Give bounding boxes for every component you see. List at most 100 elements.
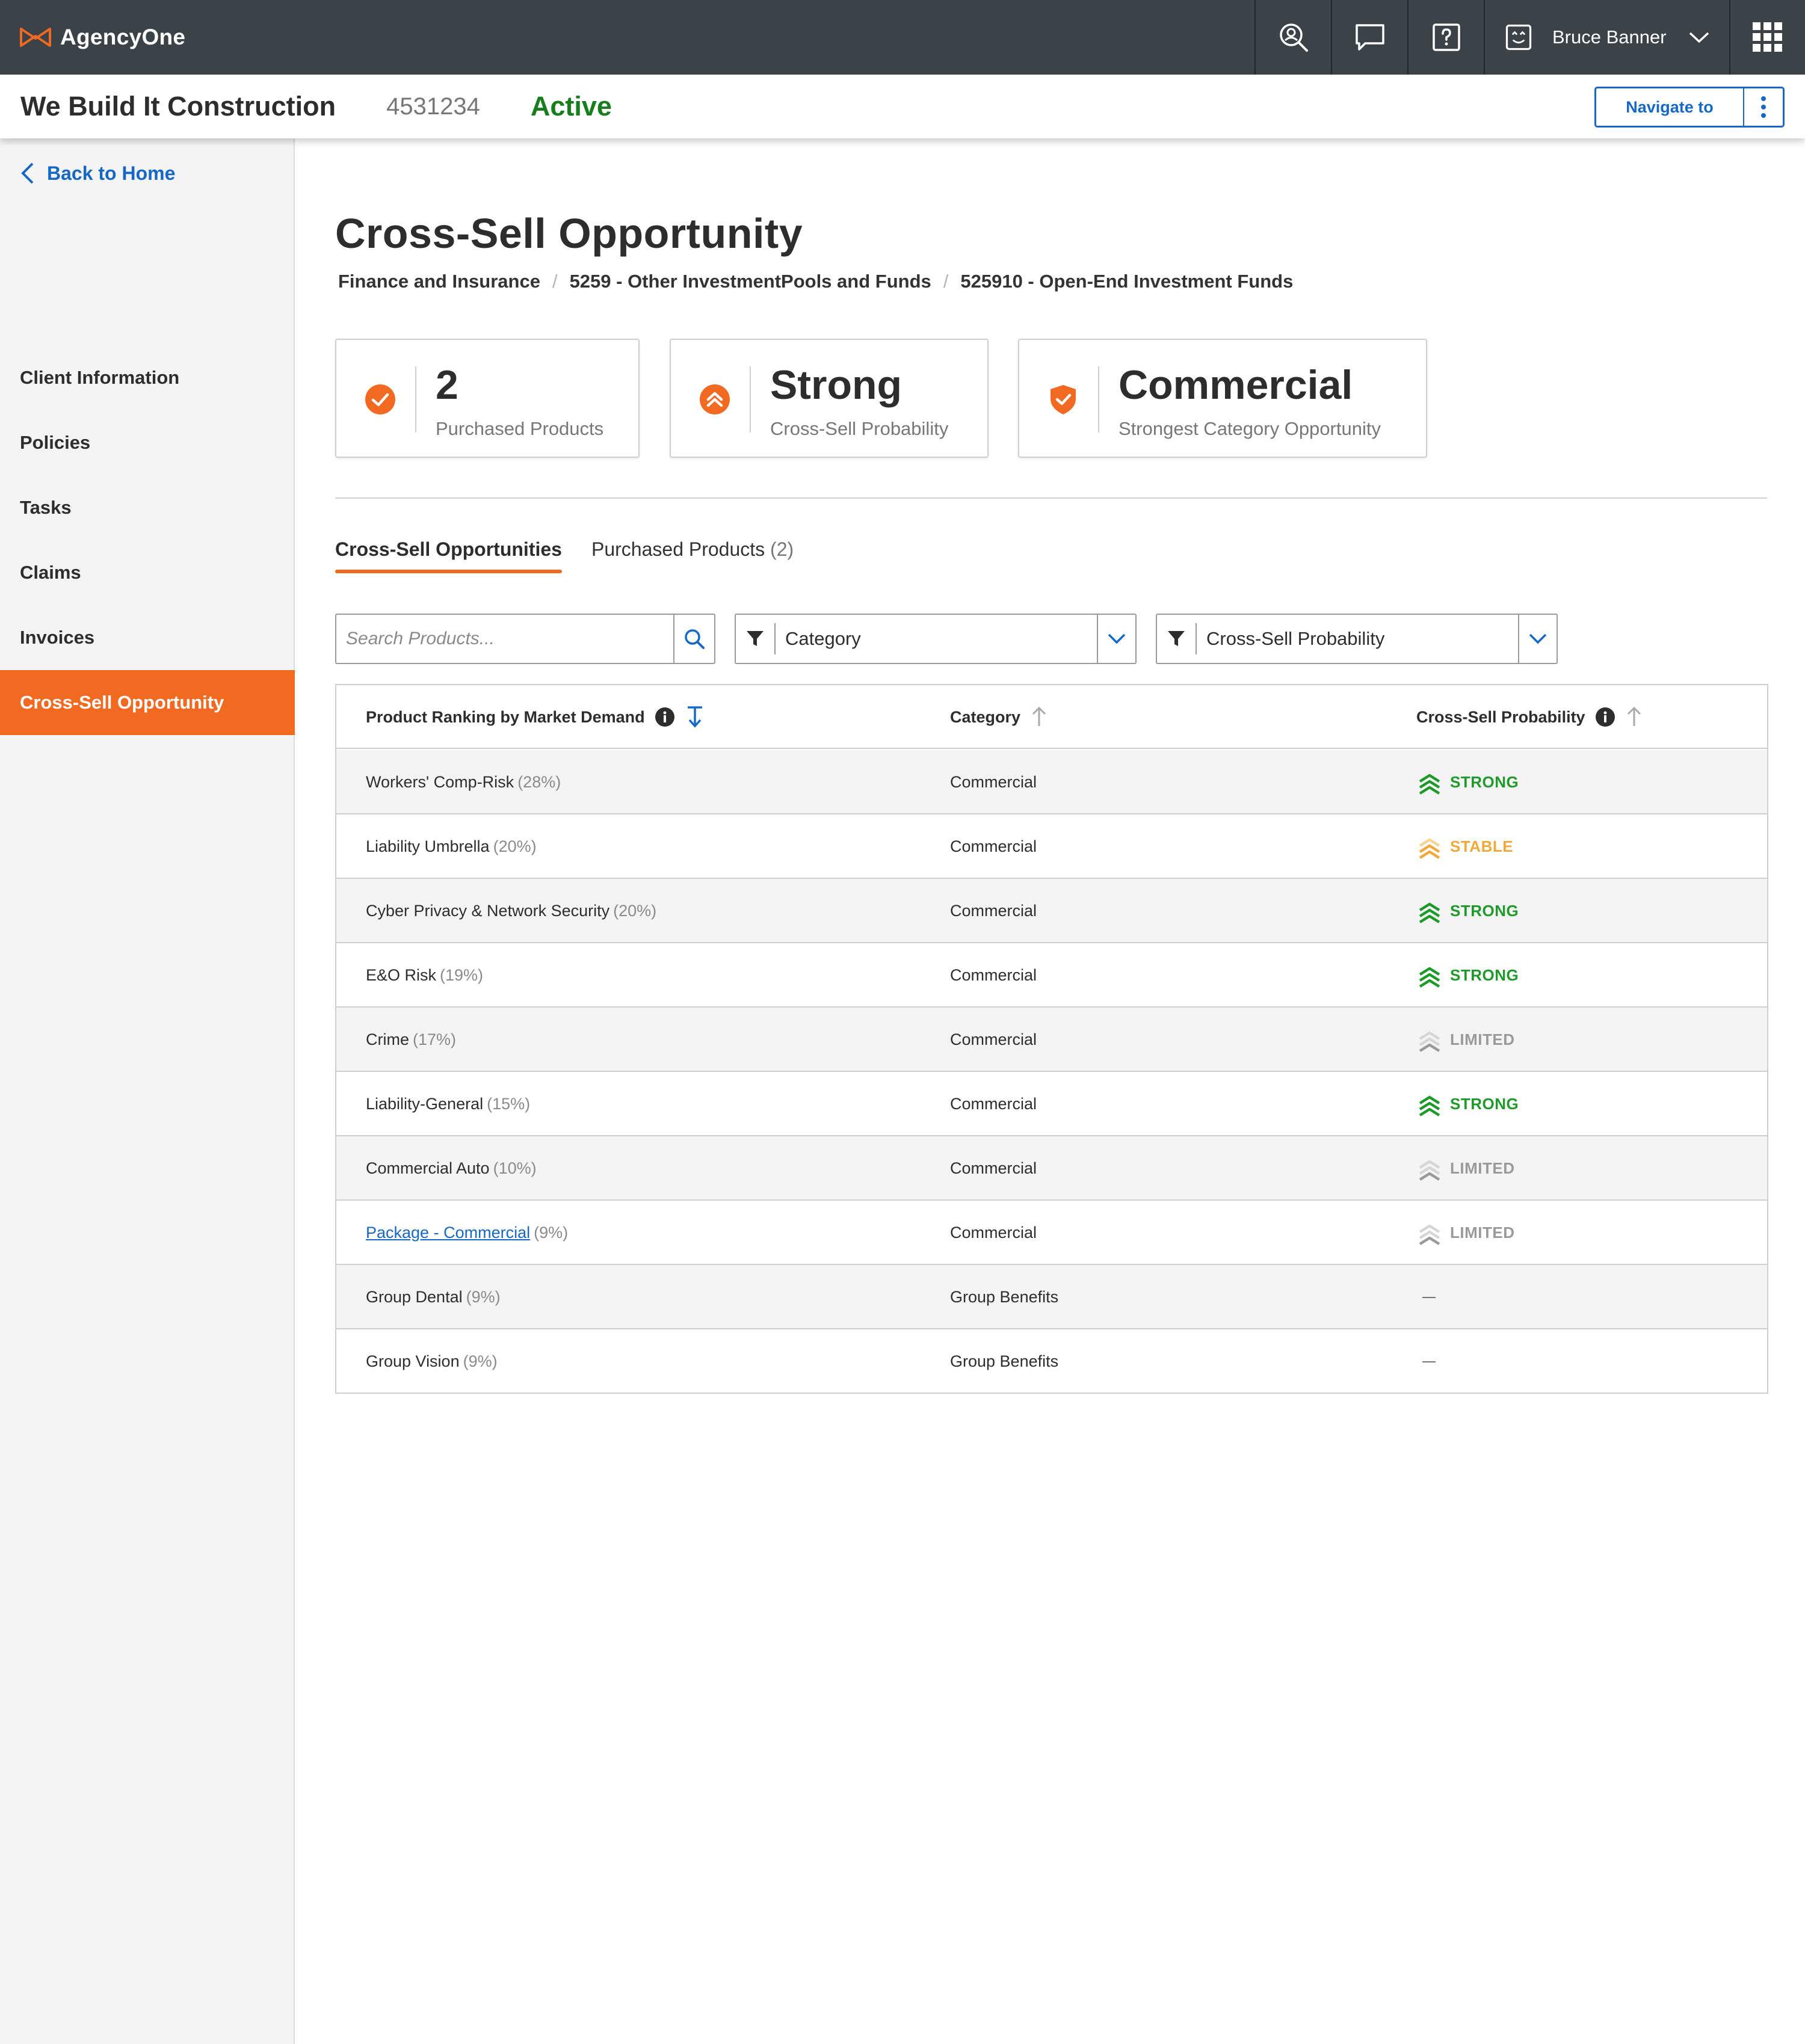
user-name: Bruce Banner bbox=[1552, 26, 1667, 48]
product-cell: Group Dental (9%) bbox=[366, 1265, 501, 1329]
search-button[interactable] bbox=[673, 615, 714, 663]
sidebar-item-policies[interactable]: Policies bbox=[0, 410, 295, 475]
product-cell: Group Vision (9%) bbox=[366, 1329, 498, 1394]
info-icon[interactable] bbox=[1595, 707, 1615, 727]
table-row[interactable]: Package - Commercial (9%) Commercial LIMITE… bbox=[336, 1201, 1767, 1265]
info-icon[interactable] bbox=[655, 707, 675, 727]
table-row[interactable]: Crime (17%) Commercial LIMITED bbox=[336, 1008, 1767, 1072]
product-cell: E&O Risk (19%) bbox=[366, 943, 483, 1008]
card-divider bbox=[415, 366, 416, 433]
tab-label: Purchased Products bbox=[591, 538, 765, 560]
product-cell: Commercial Auto (10%) bbox=[366, 1136, 537, 1201]
product-market-share: (17%) bbox=[413, 1030, 457, 1048]
probability-label: STRONG bbox=[1450, 1095, 1519, 1113]
product-cell: Package - Commercial (9%) bbox=[366, 1201, 568, 1265]
breadcrumb-item-industry[interactable]: 5259 - Other InvestmentPools and Funds bbox=[570, 271, 931, 292]
cross-sell-probability-card: Strong Cross-Sell Probability bbox=[670, 339, 989, 458]
category-cell: Commercial bbox=[950, 837, 1037, 855]
column-header-category[interactable]: Category bbox=[950, 685, 1048, 749]
probability-label: STRONG bbox=[1450, 966, 1519, 984]
tab-cross-sell-opportunities[interactable]: Cross-Sell Opportunities bbox=[335, 538, 562, 574]
category-cell: Commercial bbox=[950, 1095, 1037, 1113]
product-name: Group Dental bbox=[366, 1288, 463, 1306]
category-filter[interactable]: Category bbox=[735, 614, 1137, 664]
apps-menu-button[interactable] bbox=[1729, 0, 1805, 75]
chevron-down-icon bbox=[1689, 32, 1709, 43]
probability-cell: LIMITED bbox=[1418, 1136, 1515, 1201]
navigate-to-button[interactable]: Navigate to bbox=[1596, 88, 1744, 126]
strongest-category-card: Commercial Strongest Category Opportunit… bbox=[1018, 339, 1427, 458]
product-market-share: (9%) bbox=[466, 1288, 501, 1306]
table-row[interactable]: Liability-General (15%) Commercial STRONG bbox=[336, 1072, 1767, 1136]
probability-cell: LIMITED bbox=[1418, 1201, 1515, 1265]
category-cell: Commercial bbox=[950, 1159, 1037, 1177]
table-row[interactable]: Group Vision (9%) Group Benefits bbox=[336, 1329, 1767, 1394]
table-row[interactable]: Workers' Comp-Risk (28%) Commercial STRONG bbox=[336, 750, 1767, 814]
sidebar-item-cross-sell-opportunity[interactable]: Cross-Sell Opportunity bbox=[0, 670, 295, 735]
product-name: Workers' Comp-Risk bbox=[366, 773, 514, 791]
probability-label: STABLE bbox=[1450, 837, 1514, 855]
sidebar-item-invoices[interactable]: Invoices bbox=[0, 605, 295, 670]
product-name: Commercial Auto bbox=[366, 1159, 490, 1177]
sidebar-item-claims[interactable]: Claims bbox=[0, 540, 295, 605]
table-row[interactable]: Cyber Privacy & Network Security (20%) Com… bbox=[336, 879, 1767, 943]
probability-filter[interactable]: Cross-Sell Probability bbox=[1156, 614, 1558, 664]
product-cell: Workers' Comp-Risk (28%) bbox=[366, 750, 561, 814]
product-market-share: (10%) bbox=[493, 1159, 537, 1177]
search-input[interactable] bbox=[336, 615, 673, 663]
product-name: Cyber Privacy & Network Security bbox=[366, 902, 610, 920]
sidebar-item-tasks[interactable]: Tasks bbox=[0, 475, 295, 540]
product-cell: Crime (17%) bbox=[366, 1008, 456, 1072]
chat-button[interactable] bbox=[1331, 0, 1407, 75]
client-status: Active bbox=[530, 91, 612, 122]
product-market-share: (28%) bbox=[517, 773, 561, 791]
probability-strong-icon bbox=[1419, 1095, 1440, 1116]
probability-limited-icon bbox=[1419, 1160, 1440, 1181]
table-header: Product Ranking by Market Demand Categor… bbox=[336, 685, 1767, 749]
brand-logo[interactable]: AgencyOne bbox=[19, 0, 185, 75]
table-row[interactable]: Liability Umbrella (20%) Commercial STABLE bbox=[336, 814, 1767, 879]
sort-ascending-icon[interactable] bbox=[1030, 706, 1048, 728]
brand-name: AgencyOne bbox=[60, 25, 186, 49]
sidebar-item-client-information[interactable]: Client Information bbox=[0, 345, 295, 410]
column-header-label: Category bbox=[950, 707, 1021, 726]
breadcrumb-separator: / bbox=[552, 271, 558, 292]
tab-purchased-products[interactable]: Purchased Products (2) bbox=[591, 538, 794, 574]
purchased-products-label: Purchased Products bbox=[436, 418, 604, 439]
user-menu-button[interactable]: Bruce Banner bbox=[1484, 0, 1729, 75]
column-header-probability[interactable]: Cross-Sell Probability bbox=[1416, 685, 1643, 749]
category-cell: Group Benefits bbox=[950, 1352, 1059, 1370]
sort-ascending-icon[interactable] bbox=[1625, 706, 1643, 728]
probability-strong-icon bbox=[1419, 774, 1440, 795]
breadcrumb-item-sector[interactable]: Finance and Insurance bbox=[338, 271, 540, 292]
product-link[interactable]: Package - Commercial bbox=[366, 1224, 530, 1242]
table-row[interactable]: E&O Risk (19%) Commercial STRONG bbox=[336, 943, 1767, 1008]
product-market-share: (15%) bbox=[487, 1095, 531, 1113]
navigate-more-button[interactable] bbox=[1744, 88, 1783, 126]
probability-stable-icon bbox=[1419, 838, 1440, 859]
main-content: Cross-Sell Opportunity Finance and Insur… bbox=[296, 138, 1805, 2044]
table-row[interactable]: Group Dental (9%) Group Benefits bbox=[336, 1265, 1767, 1329]
table-row[interactable]: Commercial Auto (10%) Commercial LIMITED bbox=[336, 1136, 1767, 1201]
back-to-home-link[interactable]: Back to Home bbox=[19, 161, 175, 185]
search-person-icon bbox=[1279, 23, 1308, 52]
shield-check-icon bbox=[1051, 385, 1076, 414]
client-search-button[interactable] bbox=[1254, 0, 1331, 75]
tab-count: (2) bbox=[770, 538, 794, 560]
category-filter-dropdown[interactable] bbox=[1097, 615, 1135, 663]
filter-divider bbox=[1196, 623, 1197, 654]
section-divider bbox=[335, 497, 1767, 499]
probability-filter-dropdown[interactable] bbox=[1518, 615, 1557, 663]
breadcrumb-item-naics: 525910 - Open-End Investment Funds bbox=[960, 271, 1294, 292]
empty-value-dash bbox=[1422, 1296, 1436, 1298]
product-cell: Liability-General (15%) bbox=[366, 1072, 530, 1136]
product-name: E&O Risk bbox=[366, 966, 437, 984]
help-button[interactable] bbox=[1407, 0, 1484, 75]
probability-cell: STRONG bbox=[1418, 879, 1519, 943]
sort-descending-icon[interactable] bbox=[686, 706, 704, 728]
filter-icon bbox=[736, 615, 774, 663]
column-header-product[interactable]: Product Ranking by Market Demand bbox=[366, 685, 704, 749]
probability-cell: STRONG bbox=[1418, 1072, 1519, 1136]
probability-strong-icon bbox=[1419, 967, 1440, 988]
product-name: Liability-General bbox=[366, 1095, 484, 1113]
